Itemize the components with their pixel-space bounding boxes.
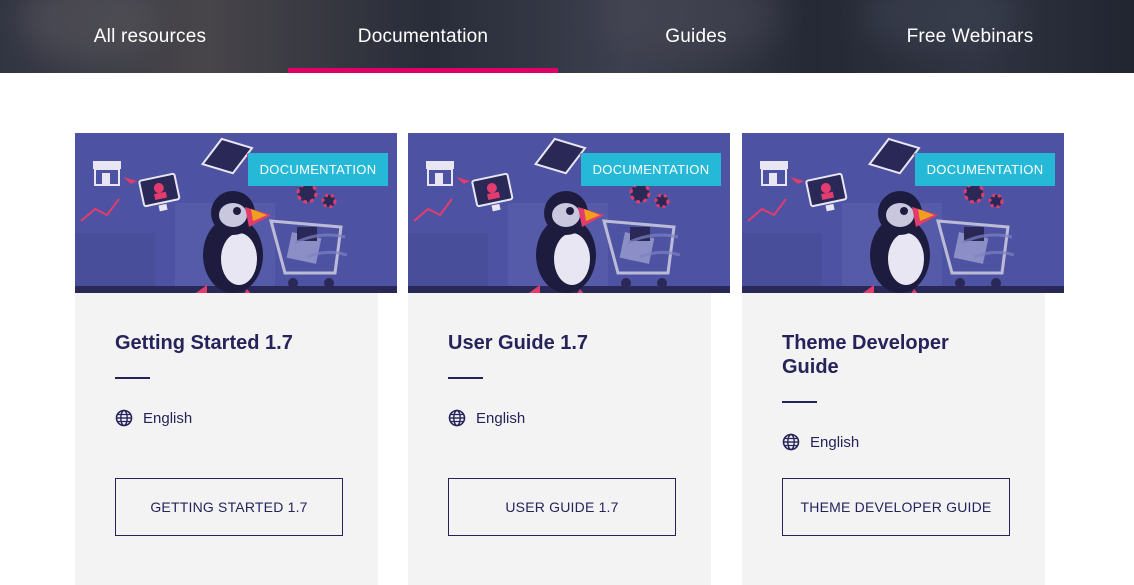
card-thumbnail[interactable]: DOCUMENTATION: [742, 133, 1064, 293]
card-body: Getting Started 1.7 English GETTING STAR…: [75, 293, 378, 585]
title-divider: [448, 377, 483, 379]
tab-all-resources[interactable]: All resources: [15, 0, 285, 73]
card-title[interactable]: Getting Started 1.7: [115, 331, 345, 355]
category-badge: DOCUMENTATION: [248, 153, 388, 186]
globe-icon: [782, 433, 800, 451]
active-tab-indicator: [288, 68, 558, 73]
category-badge: DOCUMENTATION: [915, 153, 1055, 186]
doc-card-theme-developer-guide: DOCUMENTATION Theme Developer Guide Engl…: [742, 133, 1064, 585]
resource-tabs: All resources Documentation Guides Free …: [0, 0, 1134, 73]
card-thumbnail[interactable]: DOCUMENTATION: [408, 133, 730, 293]
card-body: Theme Developer Guide English THEME DEVE…: [742, 293, 1045, 585]
title-divider: [115, 377, 150, 379]
globe-icon: [448, 409, 466, 427]
tab-free-webinars[interactable]: Free Webinars: [834, 0, 1106, 73]
user-guide-button[interactable]: USER GUIDE 1.7: [448, 478, 676, 536]
card-title[interactable]: User Guide 1.7: [448, 331, 678, 355]
tab-guides[interactable]: Guides: [561, 0, 831, 73]
language-label: English: [782, 433, 859, 451]
card-title[interactable]: Theme Developer Guide: [782, 331, 982, 379]
language-label: English: [115, 409, 192, 427]
language-label: English: [448, 409, 525, 427]
getting-started-button[interactable]: GETTING STARTED 1.7: [115, 478, 343, 536]
doc-card-getting-started: DOCUMENTATION Getting Started 1.7 Englis…: [75, 133, 397, 585]
category-badge: DOCUMENTATION: [581, 153, 721, 186]
globe-icon: [115, 409, 133, 427]
doc-card-user-guide: DOCUMENTATION User Guide 1.7 English USE…: [408, 133, 730, 585]
language-text: English: [476, 409, 526, 427]
card-thumbnail[interactable]: DOCUMENTATION: [75, 133, 397, 293]
language-text: English: [143, 409, 193, 427]
tab-documentation[interactable]: Documentation: [288, 0, 558, 73]
theme-developer-guide-button[interactable]: THEME DEVELOPER GUIDE: [782, 478, 1010, 536]
title-divider: [782, 401, 817, 403]
card-body: User Guide 1.7 English USER GUIDE 1.7: [408, 293, 711, 585]
language-text: English: [810, 433, 860, 451]
